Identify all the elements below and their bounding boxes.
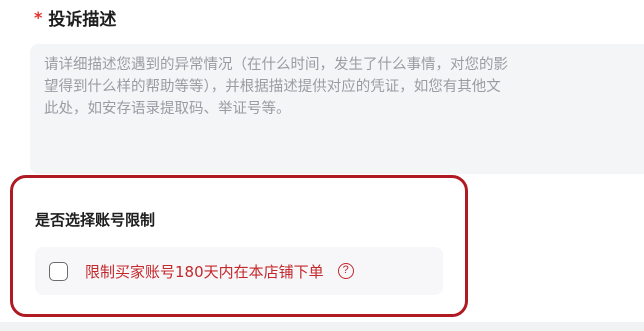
complaint-description-textarea[interactable]: 请详细描述您遇到的异常情况（在什么时间，发生了什么事情，对您的影 望得到什么样的… (30, 44, 644, 174)
restrict-buyer-checkbox[interactable] (49, 261, 68, 281)
page-bottom-edge (0, 322, 644, 331)
complaint-description-title: 投诉描述 (48, 9, 117, 30)
required-mark: * (34, 7, 43, 27)
restrict-buyer-option[interactable]: 限制买家账号180天内在本店铺下单 ? (35, 247, 443, 295)
complaint-description-label: * 投诉描述 (34, 4, 116, 30)
question-mark-icon[interactable]: ? (337, 263, 354, 279)
account-restriction-section: 是否选择账号限制 限制买家账号180天内在本店铺下单 ? (10, 175, 468, 317)
complaint-form: * 投诉描述 请详细描述您遇到的异常情况（在什么时间，发生了什么事情，对您的影 … (0, 0, 644, 331)
restrict-buyer-label[interactable]: 限制买家账号180天内在本店铺下单 (85, 261, 324, 282)
account-restriction-title: 是否选择账号限制 (35, 211, 156, 229)
